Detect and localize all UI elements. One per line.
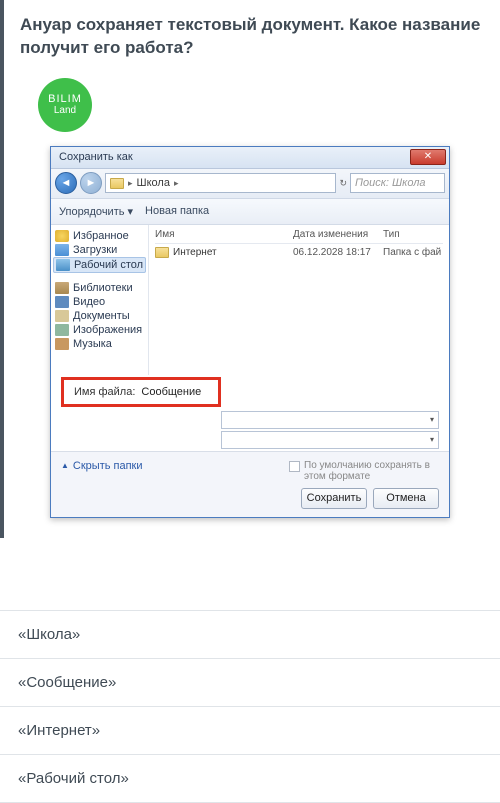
row-date: 06.12.2028 18:17 [293,247,383,258]
chevron-down-icon: ▾ [430,415,434,424]
library-icon [55,282,69,294]
answer-option-1[interactable]: «Школа» [0,610,500,658]
search-placeholder: Поиск: Школа [355,177,426,189]
question-container: Ануар сохраняет текстовый документ. Како… [0,0,500,538]
dialog-title: Сохранить как [59,151,133,163]
filename-label: Имя файла: [74,386,135,398]
filename-dropdown[interactable]: ▾ [221,411,439,429]
save-button[interactable]: Сохранить [301,488,367,509]
dialog-body: Избранное Загрузки Рабочий стол Библиоте… [51,225,449,375]
folder-icon [110,178,124,189]
logo-line-2: Land [54,105,76,116]
video-icon [55,296,69,308]
chevron-up-icon: ▲ [61,461,69,470]
button-row: Сохранить Отмена [301,488,439,509]
hide-folders-toggle[interactable]: ▲ Скрыть папки [61,460,143,472]
answer-option-2[interactable]: «Сообщение» [0,658,500,706]
nav-bar: ◄ ► ▸ Школа ▸ ↻ Поиск: Школа [51,169,449,199]
file-list: Имя Дата изменения Тип Интернет 06.12.20… [149,225,449,375]
filetype-dropdown[interactable]: ▾ [221,431,439,449]
row-type: Папка с фай [383,247,443,258]
close-button[interactable]: ✕ [410,149,446,165]
tree-downloads[interactable]: Загрузки [53,243,146,257]
bilim-land-logo: BILIM Land [38,78,92,132]
tree-documents[interactable]: Документы [53,309,146,323]
desktop-icon [56,259,70,271]
organize-button[interactable]: Упорядочить ▾ [59,205,133,218]
answer-option-4[interactable]: «Рабочий стол» [0,754,500,803]
tree-images[interactable]: Изображения [53,323,146,337]
music-icon [55,338,69,350]
tree-music[interactable]: Музыка [53,337,146,351]
answer-options: «Школа» «Сообщение» «Интернет» «Рабочий … [0,610,500,803]
search-input[interactable]: Поиск: Школа [350,173,445,193]
documents-icon [55,310,69,322]
default-format-checkbox[interactable]: По умолчанию сохранять в этом формате [289,460,439,482]
chevron-icon: ▸ [128,178,133,189]
star-icon [55,230,69,242]
row-name: Интернет [173,247,217,258]
footer-right: По умолчанию сохранять в этом формате Со… [289,460,439,509]
col-type[interactable]: Тип [383,229,443,240]
refresh-icon[interactable]: ↻ [339,178,347,189]
col-name[interactable]: Имя [155,229,293,240]
folder-tree: Избранное Загрузки Рабочий стол Библиоте… [51,225,149,375]
tree-favorites[interactable]: Избранное [53,229,146,243]
location-folder: Школа [137,177,170,189]
back-button[interactable]: ◄ [55,172,77,194]
question-text: Ануар сохраняет текстовый документ. Како… [20,14,484,60]
forward-button[interactable]: ► [80,172,102,194]
titlebar: Сохранить как ✕ [51,147,449,169]
location-bar[interactable]: ▸ Школа ▸ [105,173,336,193]
tree-desktop[interactable]: Рабочий стол [53,257,146,273]
checkbox-icon [289,461,300,472]
dialog-footer: ▲ Скрыть папки По умолчанию сохранять в … [51,451,449,517]
toolbar: Упорядочить ▾ Новая папка [51,199,449,225]
col-date[interactable]: Дата изменения [293,229,383,240]
folder-icon [155,247,169,258]
images-icon [55,324,69,336]
filename-value[interactable]: Сообщение [141,386,201,398]
save-as-dialog: Сохранить как ✕ ◄ ► ▸ Школа ▸ ↻ Поиск: Ш… [50,146,450,518]
logo-line-1: BILIM [48,93,82,105]
list-header: Имя Дата изменения Тип [155,229,443,244]
tree-libraries[interactable]: Библиотеки [53,281,146,295]
chevron-icon: ▸ [174,178,179,189]
cancel-button[interactable]: Отмена [373,488,439,509]
list-row[interactable]: Интернет 06.12.2028 18:17 Папка с фай [155,244,443,261]
answer-option-3[interactable]: «Интернет» [0,706,500,754]
chevron-down-icon: ▾ [430,435,434,444]
tree-video[interactable]: Видео [53,295,146,309]
filename-highlight: Имя файла: Сообщение [61,377,221,407]
new-folder-button[interactable]: Новая папка [145,205,209,217]
folder-icon [55,244,69,256]
